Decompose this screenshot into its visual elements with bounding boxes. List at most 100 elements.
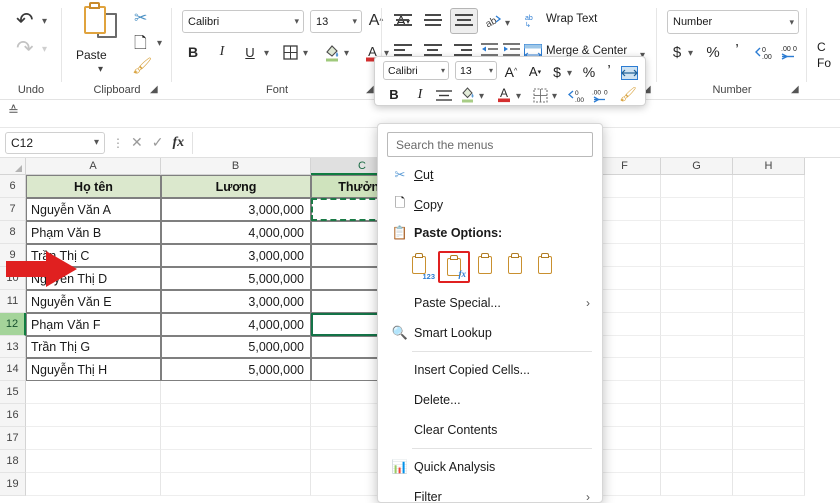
cell-B6[interactable]: Lương: [161, 175, 311, 198]
align-middle-icon[interactable]: [424, 14, 442, 28]
underline-dropdown-caret-icon[interactable]: ▾: [264, 48, 269, 59]
cell-H12[interactable]: [733, 313, 805, 336]
cell-H11[interactable]: [733, 290, 805, 313]
borders-icon[interactable]: [280, 42, 300, 62]
cell-H19[interactable]: [733, 473, 805, 496]
undo-dropdown-caret-icon[interactable]: ▾: [42, 16, 47, 27]
cell-G17[interactable]: [661, 427, 733, 450]
row-header-18[interactable]: 18: [0, 450, 26, 473]
mini-comma-button[interactable]: ’: [603, 60, 615, 81]
cell-B8[interactable]: 4,000,000: [161, 221, 311, 244]
wrap-text-icon[interactable]: ab↳: [523, 10, 543, 30]
row-header-19[interactable]: 19: [0, 473, 26, 496]
font-size-combo[interactable]: 13 ▾: [310, 10, 362, 33]
cell-A7[interactable]: Nguyễn Văn A: [26, 198, 161, 221]
menu-item-quick-analysis[interactable]: 📊Quick Analysis: [378, 452, 602, 482]
cell-G6[interactable]: [661, 175, 733, 198]
format-painter-icon[interactable]: 🖌: [132, 56, 152, 76]
row-header-11[interactable]: 11: [0, 290, 26, 313]
collapse-ribbon-icon[interactable]: ≙: [8, 103, 19, 119]
chevron-down-icon[interactable]: ▾: [479, 91, 484, 102]
accounting-dropdown-caret-icon[interactable]: ▾: [688, 48, 693, 59]
fill-color-dropdown-caret-icon[interactable]: ▾: [344, 48, 349, 59]
cell-B13[interactable]: 5,000,000: [161, 336, 311, 358]
row-header-13[interactable]: 13: [0, 336, 26, 358]
cell-A15[interactable]: [26, 381, 161, 404]
cell-H8[interactable]: [733, 221, 805, 244]
cancel-icon[interactable]: ✕: [131, 134, 143, 151]
mini-decrease-decimal-icon[interactable]: 0.00: [567, 85, 587, 106]
paste-link-button[interactable]: [534, 254, 560, 280]
cell-G11[interactable]: [661, 290, 733, 313]
mini-grow-font-button[interactable]: A^: [501, 61, 521, 82]
mini-shrink-font-button[interactable]: A▾: [525, 61, 545, 82]
mini-merge-center-icon[interactable]: [620, 62, 638, 83]
row-header-15[interactable]: 15: [0, 381, 26, 404]
cell-B14[interactable]: 5,000,000: [161, 358, 311, 381]
underline-button[interactable]: U: [240, 42, 260, 62]
menu-item-insert-copied-cells[interactable]: Insert Copied Cells...: [378, 355, 602, 385]
column-header-a[interactable]: A: [26, 158, 161, 175]
row-header-17[interactable]: 17: [0, 427, 26, 450]
select-all-corner[interactable]: [0, 158, 26, 175]
decrease-decimal-icon[interactable]: 0.00: [753, 42, 775, 62]
cell-B7[interactable]: 3,000,000: [161, 198, 311, 221]
fill-color-icon[interactable]: [322, 41, 342, 63]
formula-bar-options-icon[interactable]: ⋮: [112, 136, 124, 150]
cell-A11[interactable]: Nguyễn Văn E: [26, 290, 161, 313]
menu-item-copy[interactable]: 🗋 Copy: [378, 190, 602, 220]
cell-H13[interactable]: [733, 336, 805, 358]
paste-dropdown-caret-icon[interactable]: ▾: [98, 64, 103, 75]
copy-icon[interactable]: 🗋: [134, 32, 147, 59]
cell-H14[interactable]: [733, 358, 805, 381]
paste-formatting-button[interactable]: [504, 254, 530, 280]
borders-dropdown-caret-icon[interactable]: ▾: [303, 48, 308, 59]
row-header-8[interactable]: 8: [0, 221, 26, 244]
mini-increase-decimal-icon[interactable]: .000: [591, 85, 611, 106]
cell-B15[interactable]: [161, 381, 311, 404]
cell-G14[interactable]: [661, 358, 733, 381]
insert-function-icon[interactable]: fx: [172, 135, 184, 151]
chevron-down-icon[interactable]: ▾: [516, 91, 521, 102]
cell-G13[interactable]: [661, 336, 733, 358]
cell-G18[interactable]: [661, 450, 733, 473]
check-icon[interactable]: ✓: [152, 134, 164, 151]
cell-G19[interactable]: [661, 473, 733, 496]
align-top-icon[interactable]: [394, 14, 412, 28]
row-header-12[interactable]: 12: [0, 313, 26, 336]
cell-B18[interactable]: [161, 450, 311, 473]
mini-font-color-icon[interactable]: A: [495, 83, 513, 104]
mini-italic-button[interactable]: I: [411, 84, 429, 105]
orientation-icon[interactable]: ab: [483, 11, 503, 31]
percent-format-button[interactable]: %: [704, 42, 722, 62]
cell-G7[interactable]: [661, 198, 733, 221]
cell-A6[interactable]: Họ tên: [26, 175, 161, 198]
scissors-icon[interactable]: ✂: [134, 8, 147, 28]
mini-borders-icon[interactable]: [531, 85, 549, 106]
mini-font-family-combo[interactable]: Calibri ▾: [383, 61, 449, 80]
cell-G12[interactable]: [661, 313, 733, 336]
chevron-down-icon[interactable]: ▾: [552, 91, 557, 102]
copy-dropdown-caret-icon[interactable]: ▾: [157, 38, 162, 49]
wrap-text-label[interactable]: Wrap Text: [546, 13, 597, 25]
cell-A18[interactable]: [26, 450, 161, 473]
cell-G16[interactable]: [661, 404, 733, 427]
bold-button[interactable]: B: [183, 42, 203, 62]
cell-H17[interactable]: [733, 427, 805, 450]
cell-B10[interactable]: 5,000,000: [161, 267, 311, 290]
paste-formulas-button[interactable]: fx: [438, 251, 470, 283]
mini-accounting-button[interactable]: $: [550, 61, 564, 82]
row-header-7[interactable]: 7: [0, 198, 26, 221]
chevron-down-icon[interactable]: ▾: [567, 68, 572, 79]
cell-A16[interactable]: [26, 404, 161, 427]
name-box[interactable]: C12 ▾: [5, 132, 105, 154]
cell-A14[interactable]: Nguyễn Thị H: [26, 358, 161, 381]
column-header-g[interactable]: G: [661, 158, 733, 175]
column-header-b[interactable]: B: [161, 158, 311, 175]
increase-decimal-icon[interactable]: .000: [779, 42, 801, 62]
mini-font-size-combo[interactable]: 13 ▾: [455, 61, 497, 80]
conditional-formatting-line2[interactable]: Fo: [817, 56, 831, 70]
mini-fill-color-icon[interactable]: [459, 83, 477, 104]
italic-button[interactable]: I: [212, 42, 232, 62]
mini-align-center-icon[interactable]: [435, 85, 453, 106]
